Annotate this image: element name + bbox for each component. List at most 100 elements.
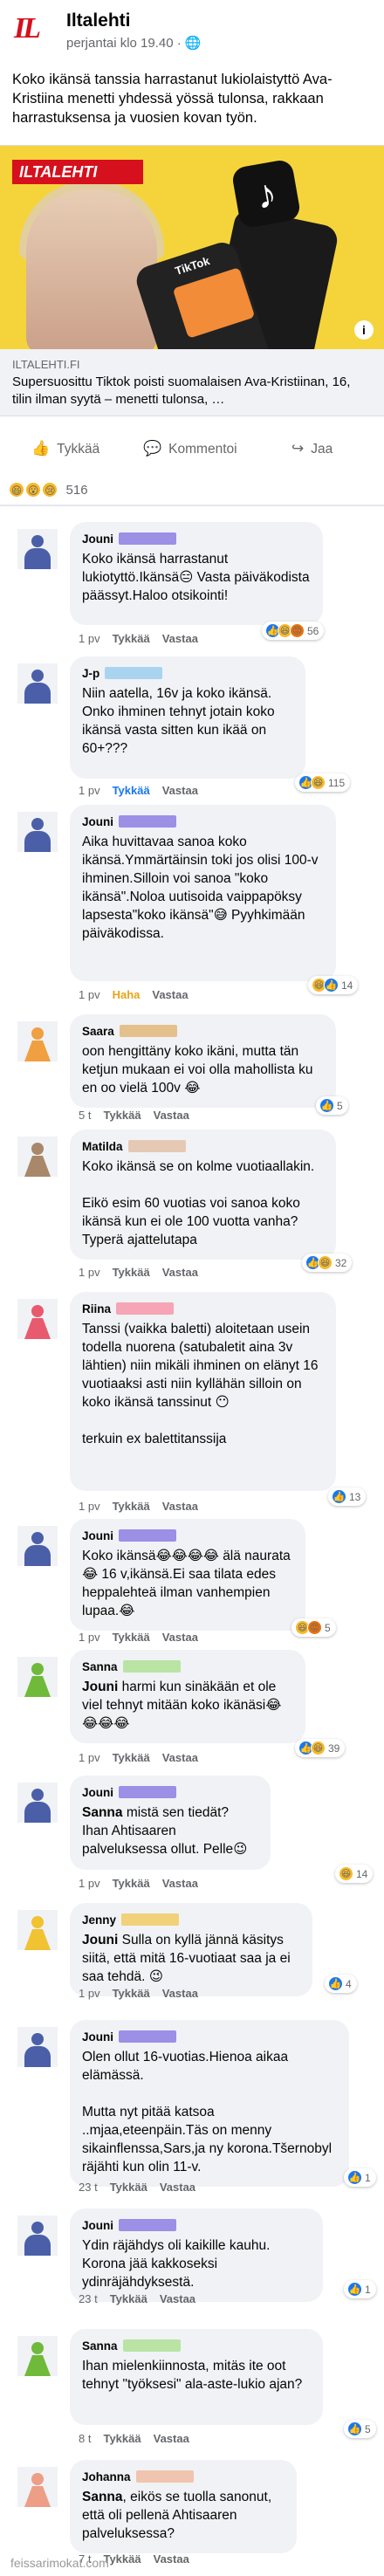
- comment-reactions[interactable]: 😆 😡 5: [291, 1618, 336, 1637]
- comment-reply-button[interactable]: Vastaa: [162, 784, 198, 797]
- comment-bubble[interactable]: Jenny Jouni Sulla on kyllä jännä käsitys …: [70, 1903, 312, 1996]
- comment-bubble[interactable]: Matilda Koko ikänsä se on kolme vuotiaall…: [70, 1130, 336, 1260]
- avatar[interactable]: [17, 1299, 58, 1339]
- comment-like-button[interactable]: Tykkää: [113, 1500, 150, 1513]
- comment-reply-button[interactable]: Vastaa: [160, 2292, 195, 2305]
- comment-author[interactable]: Sanna: [82, 2338, 311, 2353]
- avatar[interactable]: [17, 1021, 58, 1061]
- comment-bubble[interactable]: Sanna Jouni harmi kun sinäkään et ole vie…: [70, 1650, 305, 1743]
- comment-author[interactable]: Jenny: [82, 1912, 300, 1927]
- comment-reply-button[interactable]: Vastaa: [162, 632, 198, 645]
- comment-author[interactable]: Johanna: [82, 2469, 285, 2484]
- comment-reactions[interactable]: 👍 1: [344, 2280, 376, 2298]
- comment-bubble[interactable]: J-p Niin aatella, 16v ja koko ikänsä. Onk…: [70, 656, 305, 779]
- comment-like-button[interactable]: Tykkää: [113, 1266, 150, 1279]
- comment-author[interactable]: Jouni: [82, 1528, 293, 1543]
- avatar[interactable]: [17, 663, 58, 704]
- comment-reply-button[interactable]: Vastaa: [162, 1500, 198, 1513]
- comment-bubble[interactable]: Johanna Sanna, eikös se tuolla sanonut, e…: [70, 2460, 297, 2553]
- comment-time[interactable]: 1 pv: [79, 988, 100, 1001]
- comment-time[interactable]: 1 pv: [79, 784, 100, 797]
- comment-author[interactable]: Jouni: [82, 2029, 337, 2044]
- comment-bubble[interactable]: Jouni Sanna mistä sen tiedät? Ihan Ahtisa…: [70, 1776, 271, 1870]
- avatar[interactable]: [17, 2027, 58, 2067]
- comment-author[interactable]: Jouni: [82, 814, 324, 829]
- avatar[interactable]: [17, 2467, 58, 2507]
- comment-reactions[interactable]: 😆 👍 14: [308, 976, 359, 994]
- avatar[interactable]: [17, 1137, 58, 1177]
- comment-like-button[interactable]: Tykkää: [113, 784, 150, 797]
- comment-like-button[interactable]: Haha: [113, 988, 141, 1001]
- comment-reply-button[interactable]: Vastaa: [154, 1109, 189, 1122]
- comment-author[interactable]: J-p: [82, 665, 293, 681]
- comment-author[interactable]: Jouni: [82, 531, 311, 546]
- comment-reply-button[interactable]: Vastaa: [160, 2181, 195, 2194]
- link-preview-card[interactable]: TikTok ♪ ILTALEHTI i ILTALEHTI.FI Supers…: [0, 145, 384, 416]
- comment-time[interactable]: 1 pv: [79, 1500, 100, 1513]
- comment-reactions[interactable]: 👍 1: [344, 2168, 376, 2187]
- comment-reply-button[interactable]: Vastaa: [162, 1751, 198, 1764]
- post-timestamp[interactable]: perjantai klo 19.40 · 🌐: [66, 35, 202, 51]
- avatar[interactable]: [17, 1910, 58, 1950]
- comment-like-button[interactable]: Tykkää: [113, 632, 150, 645]
- comment-reactions[interactable]: 👍 😆 39: [295, 1739, 346, 1757]
- comment-time[interactable]: 1 pv: [79, 1266, 100, 1279]
- comment-bubble[interactable]: Jouni Aika huvittavaa sanoa koko ikänsä.Y…: [70, 805, 336, 981]
- comment-like-button[interactable]: Tykkää: [103, 1109, 141, 1122]
- comment-author[interactable]: Jouni: [82, 1784, 258, 1800]
- comment-like-button[interactable]: Tykkää: [103, 2552, 141, 2566]
- comment-reply-button[interactable]: Vastaa: [162, 1877, 198, 1890]
- comment-time[interactable]: 1 pv: [79, 1631, 100, 1644]
- comment-time[interactable]: 1 pv: [79, 1987, 100, 2000]
- comment-reactions[interactable]: 👍 13: [328, 1487, 367, 1506]
- comment-bubble[interactable]: Sanna Ihan mielenkiinnosta, mitäs ite oot…: [70, 2329, 323, 2425]
- comment-reactions[interactable]: 👍 😆 32: [302, 1254, 353, 1272]
- avatar[interactable]: [17, 1526, 58, 1566]
- comment-reply-button[interactable]: Vastaa: [162, 1631, 198, 1644]
- comment-reply-button[interactable]: Vastaa: [154, 2432, 189, 2445]
- comment-reactions[interactable]: 👍 😆 115: [295, 773, 351, 792]
- avatar[interactable]: [17, 529, 58, 569]
- comment-time[interactable]: 5 t: [79, 1109, 91, 1122]
- avatar[interactable]: [17, 1657, 58, 1697]
- comment-time[interactable]: 23 t: [79, 2292, 98, 2305]
- comment-like-button[interactable]: Tykkää: [110, 2292, 147, 2305]
- comment-button[interactable]: 💬 Kommentoi: [143, 440, 384, 457]
- comment-time[interactable]: 8 t: [79, 2432, 91, 2445]
- comment-time[interactable]: 23 t: [79, 2181, 98, 2194]
- avatar[interactable]: [17, 1783, 58, 1823]
- comment-bubble[interactable]: Riina Tanssi (vaikka baletti) aloitetaan …: [70, 1292, 336, 1491]
- info-icon[interactable]: i: [354, 320, 374, 340]
- avatar[interactable]: [17, 2336, 58, 2376]
- avatar[interactable]: [17, 812, 58, 852]
- comment-like-button[interactable]: Tykkää: [103, 2432, 141, 2445]
- post-reactions[interactable]: 😆 😮 😢 516: [9, 482, 88, 498]
- share-button[interactable]: ↪ Jaa: [291, 440, 333, 457]
- comment-reply-button[interactable]: Vastaa: [162, 1266, 198, 1279]
- comment-bubble[interactable]: Jouni Koko ikänsä harrastanut lukiotyttö.…: [70, 522, 323, 625]
- comment-time[interactable]: 1 pv: [79, 632, 100, 645]
- comment-reactions[interactable]: 😆 14: [335, 1865, 374, 1883]
- comment-like-button[interactable]: Tykkää: [113, 1987, 150, 2000]
- comment-author[interactable]: Riina: [82, 1301, 324, 1316]
- comment-bubble[interactable]: Jouni Olen ollut 16-vuotias.Hienoa aikaa …: [70, 2020, 349, 2187]
- link-preview-image[interactable]: TikTok ♪ ILTALEHTI i: [0, 146, 384, 349]
- comment-like-button[interactable]: Tykkää: [110, 2181, 147, 2194]
- comment-author[interactable]: Matilda: [82, 1138, 324, 1154]
- comment-reply-button[interactable]: Vastaa: [162, 1987, 198, 2000]
- comment-like-button[interactable]: Tykkää: [113, 1631, 150, 1644]
- comment-reply-button[interactable]: Vastaa: [152, 988, 188, 1001]
- comment-bubble[interactable]: Saara oon hengittäny koko ikäni, mutta tä…: [70, 1014, 336, 1108]
- comment-reply-button[interactable]: Vastaa: [154, 2552, 189, 2566]
- avatar[interactable]: [17, 2215, 58, 2256]
- comment-bubble[interactable]: Jouni Ydin räjähdys oli kaikille kauhu. K…: [70, 2208, 323, 2302]
- iltalehti-logo[interactable]: IL: [9, 9, 49, 49]
- post-author[interactable]: Iltalehti: [66, 10, 131, 31]
- comment-like-button[interactable]: Tykkää: [113, 1751, 150, 1764]
- comment-reactions[interactable]: 👍 😆 😡 56: [262, 622, 325, 640]
- comment-time[interactable]: 1 pv: [79, 1877, 100, 1890]
- comment-author[interactable]: Saara: [82, 1023, 324, 1039]
- comment-like-button[interactable]: Tykkää: [113, 1877, 150, 1890]
- comment-reactions[interactable]: 👍 5: [316, 1096, 348, 1115]
- comment-bubble[interactable]: Jouni Koko ikänsä😂😂😂😂 älä naurata😂 16 v,i…: [70, 1519, 305, 1631]
